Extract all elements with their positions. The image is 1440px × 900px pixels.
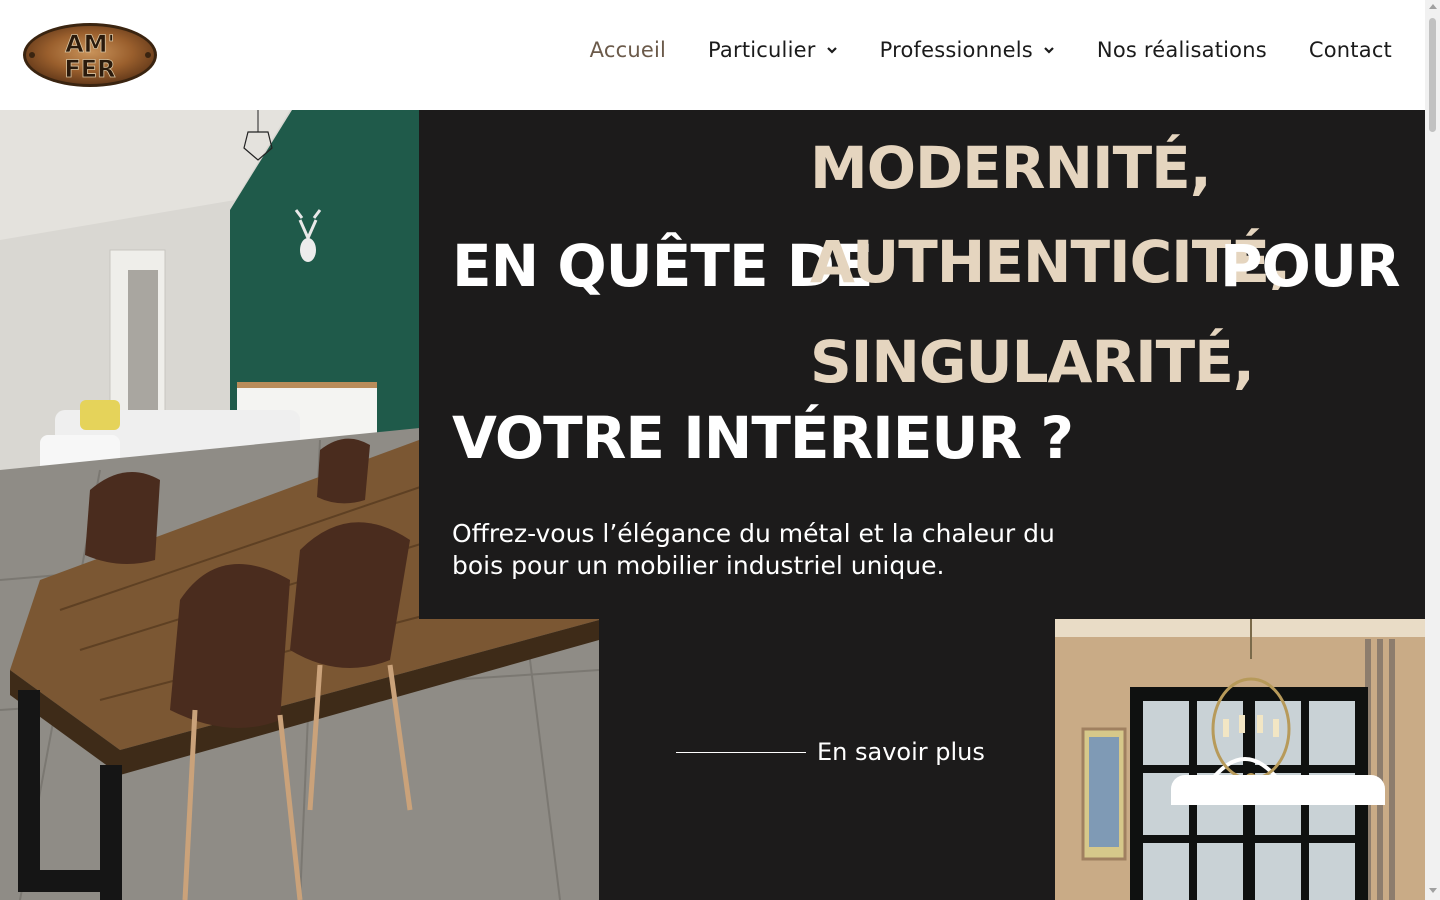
- site-logo[interactable]: AM' FER: [22, 22, 158, 88]
- chevron-down-icon: [1044, 47, 1054, 54]
- nav-item-label: Particulier: [708, 38, 816, 62]
- cta-label: En savoir plus: [817, 738, 985, 766]
- logo-badge-icon: AM' FER: [23, 23, 157, 87]
- nav-item-accueil[interactable]: Accueil: [590, 38, 666, 62]
- site-header: AM' FER Accueil Particulier Professionne…: [0, 0, 1425, 110]
- hero-subtitle: Offrez-vous l’élégance du métal et la ch…: [452, 519, 1055, 580]
- cta-line-decoration: [676, 751, 806, 753]
- nav-item-label: Nos réalisations: [1096, 38, 1267, 62]
- logo-text-line2: FER: [64, 55, 115, 83]
- hero-headline-suffix-b: VOTRE INTÉRIEUR ?: [452, 404, 1074, 472]
- page-scrollbar[interactable]: [1425, 0, 1440, 900]
- scroll-up-arrow-icon[interactable]: [1429, 4, 1437, 9]
- nav-item-label: Accueil: [589, 38, 667, 62]
- hero-rotating-word-2: AUTHENTICITÉ,: [810, 228, 1291, 296]
- hero-rotating-word-1: MODERNITÉ,: [810, 134, 1212, 202]
- chevron-down-icon: [826, 47, 837, 54]
- learn-more-button[interactable]: En savoir plus: [676, 738, 985, 766]
- scroll-down-arrow-icon[interactable]: [1429, 888, 1437, 893]
- hero-headline-suffix-a: POUR: [1220, 232, 1401, 300]
- nav-item-realisations[interactable]: Nos réalisations: [1097, 38, 1267, 62]
- hero-photo-hallway: [1055, 619, 1425, 900]
- chat-widget-tab[interactable]: [1171, 775, 1385, 805]
- nav-item-particulier[interactable]: Particulier: [708, 38, 838, 62]
- logo-text-line1: AM': [65, 30, 115, 58]
- hero-rotating-word-3: SINGULARITÉ,: [810, 328, 1255, 396]
- nav-item-contact[interactable]: Contact: [1309, 38, 1392, 62]
- main-nav: Accueil Particulier Professionnels Nos r…: [548, 38, 1392, 62]
- scrollbar-thumb[interactable]: [1429, 18, 1436, 132]
- nav-item-label: Professionnels: [879, 38, 1033, 62]
- nav-item-professionnels[interactable]: Professionnels: [880, 38, 1055, 62]
- nav-item-label: Contact: [1308, 38, 1392, 62]
